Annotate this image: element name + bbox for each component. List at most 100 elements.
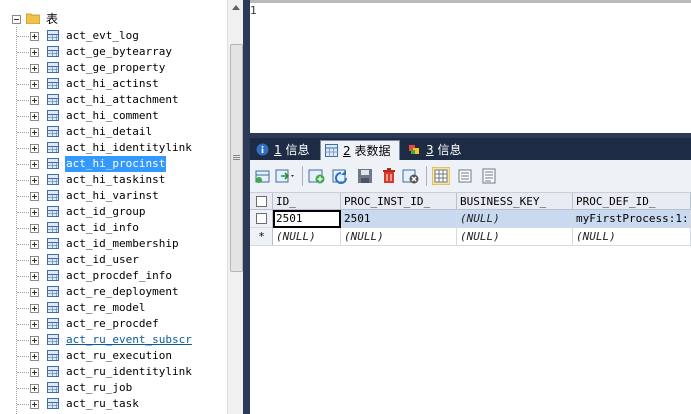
- tree-item[interactable]: act_id_user: [0, 252, 227, 268]
- tree-item[interactable]: act_hi_identitylink: [0, 140, 227, 156]
- grid-cell[interactable]: (NULL): [573, 228, 691, 246]
- row-checkbox[interactable]: [256, 213, 267, 224]
- tree-item[interactable]: act_re_deployment: [0, 284, 227, 300]
- expand-icon[interactable]: [30, 48, 39, 57]
- expand-icon[interactable]: [30, 384, 39, 393]
- expand-icon[interactable]: [30, 400, 39, 409]
- expand-icon[interactable]: [30, 256, 39, 265]
- tree-item[interactable]: act_evt_log: [0, 28, 227, 44]
- collapse-icon[interactable]: [12, 15, 21, 24]
- scroll-up-icon[interactable]: [232, 5, 240, 10]
- tree-item[interactable]: act_ge_bytearray: [0, 44, 227, 60]
- object-tree: 表 act_evt_log act_ge_bytearray act_ge_prop…: [0, 0, 243, 414]
- tree-item[interactable]: act_ru_job: [0, 380, 227, 396]
- row-selector[interactable]: [250, 210, 273, 228]
- grid-cell[interactable]: 2501: [341, 210, 457, 228]
- tree-scrollbar[interactable]: [227, 0, 243, 414]
- tree-item[interactable]: act_hi_detail: [0, 124, 227, 140]
- expand-icon[interactable]: [30, 288, 39, 297]
- expand-icon[interactable]: [30, 304, 39, 313]
- grid-cell[interactable]: myFirstProcess:1:: [573, 210, 691, 228]
- tree-item[interactable]: act_hi_actinst: [0, 76, 227, 92]
- table-icon: [47, 158, 59, 169]
- tab-table-data[interactable]: 2 表数据: [320, 140, 400, 160]
- tab-messages[interactable]: 3 信息: [404, 140, 470, 160]
- expand-icon[interactable]: [30, 128, 39, 137]
- scrollbar-thumb[interactable]: [230, 44, 243, 272]
- tree-item[interactable]: act_id_membership: [0, 236, 227, 252]
- tree-item[interactable]: act_hi_varinst: [0, 188, 227, 204]
- expand-icon[interactable]: [30, 176, 39, 185]
- grid-cell[interactable]: (NULL): [273, 228, 341, 246]
- tree-item-label: act_hi_attachment: [66, 93, 179, 106]
- expand-icon[interactable]: [30, 64, 39, 73]
- save-icon[interactable]: [356, 167, 374, 185]
- expand-icon[interactable]: [30, 336, 39, 345]
- insert-row-icon[interactable]: [308, 167, 326, 185]
- tree-item[interactable]: act_hi_attachment: [0, 92, 227, 108]
- expand-icon[interactable]: [30, 96, 39, 105]
- column-header[interactable]: ID_: [273, 193, 341, 210]
- tree-item-label: act_id_user: [66, 253, 139, 266]
- tree-item[interactable]: act_ru_execution: [0, 348, 227, 364]
- tree-item[interactable]: act_ge_property: [0, 60, 227, 76]
- tree-item[interactable]: act_ru_event_subscr: [0, 332, 227, 348]
- tab-info[interactable]: 1 信息: [252, 140, 318, 160]
- grid-cell[interactable]: 2501: [273, 210, 341, 228]
- vertical-splitter[interactable]: [243, 0, 250, 414]
- expand-icon[interactable]: [30, 320, 39, 329]
- expand-icon[interactable]: [30, 272, 39, 281]
- grid-cell[interactable]: (NULL): [457, 210, 573, 228]
- tree-item-label: act_id_info: [66, 221, 139, 234]
- tree-item[interactable]: act_hi_comment: [0, 108, 227, 124]
- new-row-marker[interactable]: *: [250, 228, 273, 246]
- query-editor[interactable]: 1: [250, 0, 691, 133]
- expand-icon[interactable]: [30, 240, 39, 249]
- expand-icon[interactable]: [30, 224, 39, 233]
- table-icon: [47, 62, 59, 73]
- tree-item[interactable]: act_re_procdef: [0, 316, 227, 332]
- select-all-header[interactable]: [250, 193, 273, 210]
- table-icon: [47, 222, 59, 233]
- tree-item[interactable]: act_hi_procinst: [0, 156, 227, 172]
- tree-item-label: act_hi_taskinst: [66, 173, 166, 186]
- cancel-icon[interactable]: [402, 167, 420, 185]
- expand-icon[interactable]: [30, 208, 39, 217]
- tree-item[interactable]: act_ru_identitylink: [0, 364, 227, 380]
- tree-item[interactable]: act_re_model: [0, 300, 227, 316]
- refresh-icon[interactable]: [332, 167, 350, 185]
- expand-icon[interactable]: [30, 192, 39, 201]
- tree-item[interactable]: act_id_info: [0, 220, 227, 236]
- tree-item[interactable]: act_hi_taskinst: [0, 172, 227, 188]
- grid-view-icon[interactable]: [432, 167, 450, 185]
- expand-icon[interactable]: [30, 368, 39, 377]
- column-header[interactable]: BUSINESS_KEY_: [457, 193, 573, 210]
- tree-item-label: act_procdef_info: [66, 269, 172, 282]
- expand-icon[interactable]: [30, 144, 39, 153]
- expand-icon[interactable]: [30, 160, 39, 169]
- export-dropdown-icon[interactable]: [275, 167, 297, 185]
- column-header[interactable]: PROC_INST_ID_: [341, 193, 457, 210]
- expand-icon[interactable]: [30, 80, 39, 89]
- table-icon: [47, 286, 59, 297]
- expand-icon[interactable]: [30, 352, 39, 361]
- text-view-icon[interactable]: [480, 167, 498, 185]
- tree-item[interactable]: act_id_group: [0, 204, 227, 220]
- select-all-checkbox[interactable]: [256, 196, 267, 207]
- column-header[interactable]: PROC_DEF_ID_: [573, 193, 691, 210]
- tree-item[interactable]: act_ru_task: [0, 396, 227, 412]
- grid-add-icon[interactable]: [254, 167, 272, 185]
- tree-root-row[interactable]: 表: [0, 11, 227, 27]
- tree-item-label: act_id_membership: [66, 237, 179, 250]
- expand-icon[interactable]: [30, 112, 39, 121]
- expand-icon[interactable]: [30, 32, 39, 41]
- tree-item[interactable]: act_procdef_info: [0, 268, 227, 284]
- table-data-icon: [325, 144, 338, 157]
- grid-cell[interactable]: (NULL): [457, 228, 573, 246]
- grid-cell[interactable]: (NULL): [341, 228, 457, 246]
- form-view-icon[interactable]: [456, 167, 474, 185]
- delete-icon[interactable]: [380, 167, 398, 185]
- table-icon: [47, 382, 59, 393]
- table-icon: [47, 318, 59, 329]
- table-icon: [47, 238, 59, 249]
